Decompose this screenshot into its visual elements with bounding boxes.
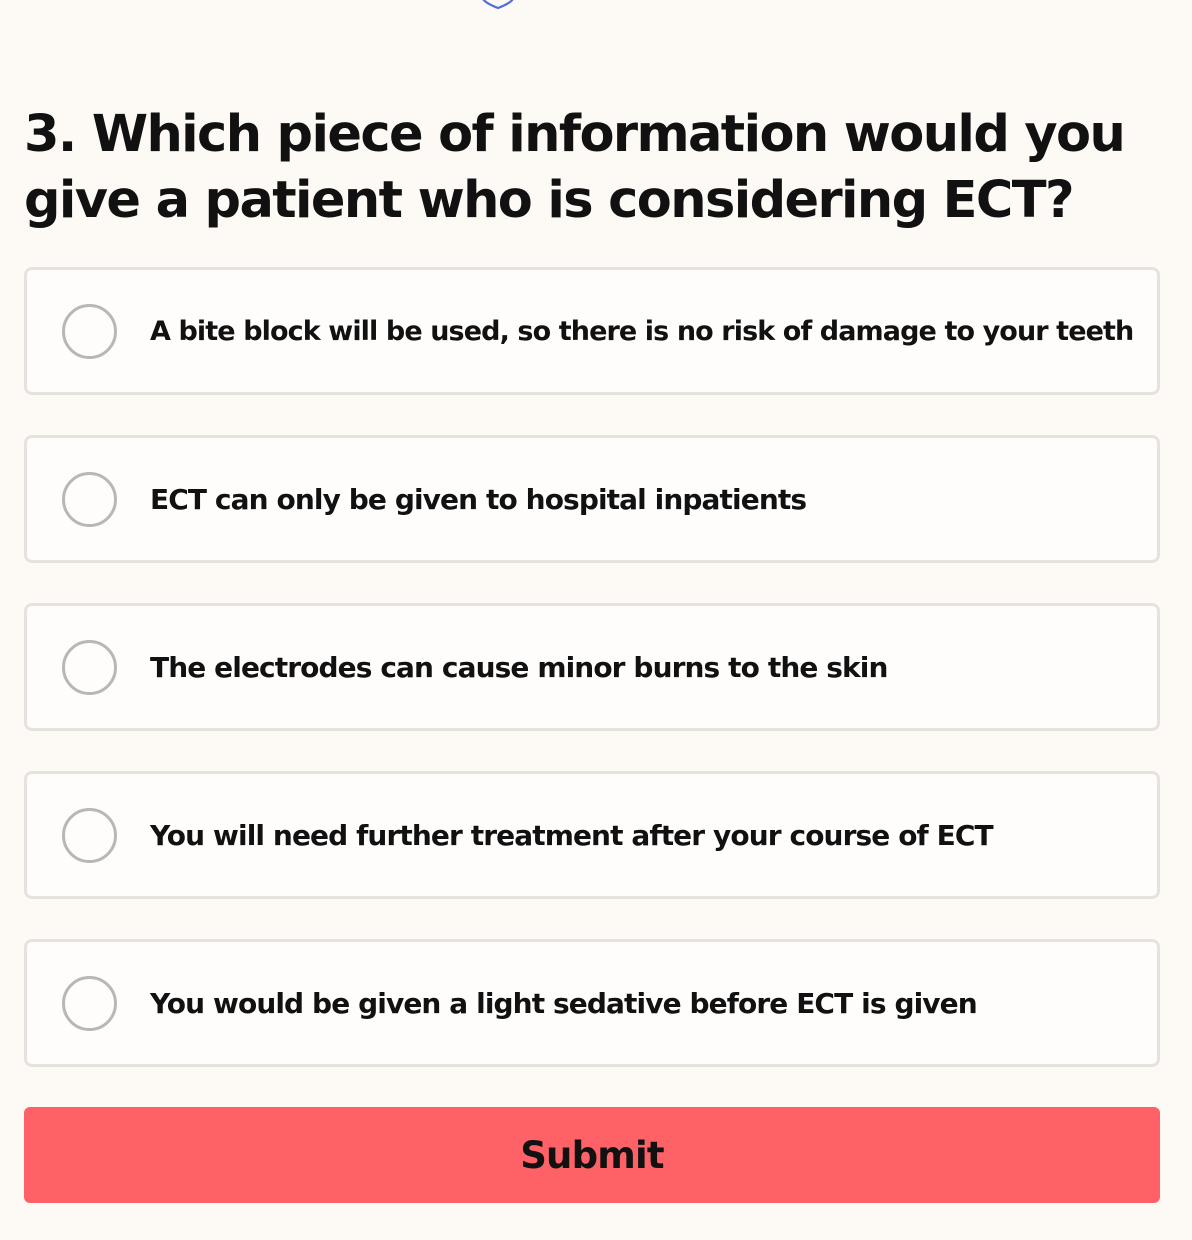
answer-option[interactable]: You would be given a light sedative befo… (24, 939, 1160, 1067)
submit-button[interactable]: Submit (24, 1107, 1160, 1203)
shield-icon (482, 0, 514, 10)
answer-option-label: A bite block will be used, so there is n… (150, 315, 1134, 347)
answer-option[interactable]: ECT can only be given to hospital inpati… (24, 435, 1160, 563)
question-title: 3. Which piece of information would you … (24, 105, 1126, 230)
answer-option[interactable]: A bite block will be used, so there is n… (24, 267, 1160, 395)
answer-option[interactable]: The electrodes can cause minor burns to … (24, 603, 1160, 731)
answer-option-label: The electrodes can cause minor burns to … (150, 650, 888, 684)
radio-button[interactable] (62, 639, 117, 695)
answer-option[interactable]: You will need further treatment after yo… (24, 771, 1160, 899)
radio-button[interactable] (62, 303, 117, 359)
answer-option-label: You will need further treatment after yo… (150, 818, 994, 852)
answer-options: A bite block will be used, so there is n… (24, 267, 1160, 1107)
radio-button[interactable] (62, 807, 117, 863)
answer-option-label: ECT can only be given to hospital inpati… (150, 482, 807, 516)
radio-button[interactable] (62, 471, 117, 527)
radio-button[interactable] (62, 975, 117, 1031)
answer-option-label: You would be given a light sedative befo… (150, 986, 978, 1020)
